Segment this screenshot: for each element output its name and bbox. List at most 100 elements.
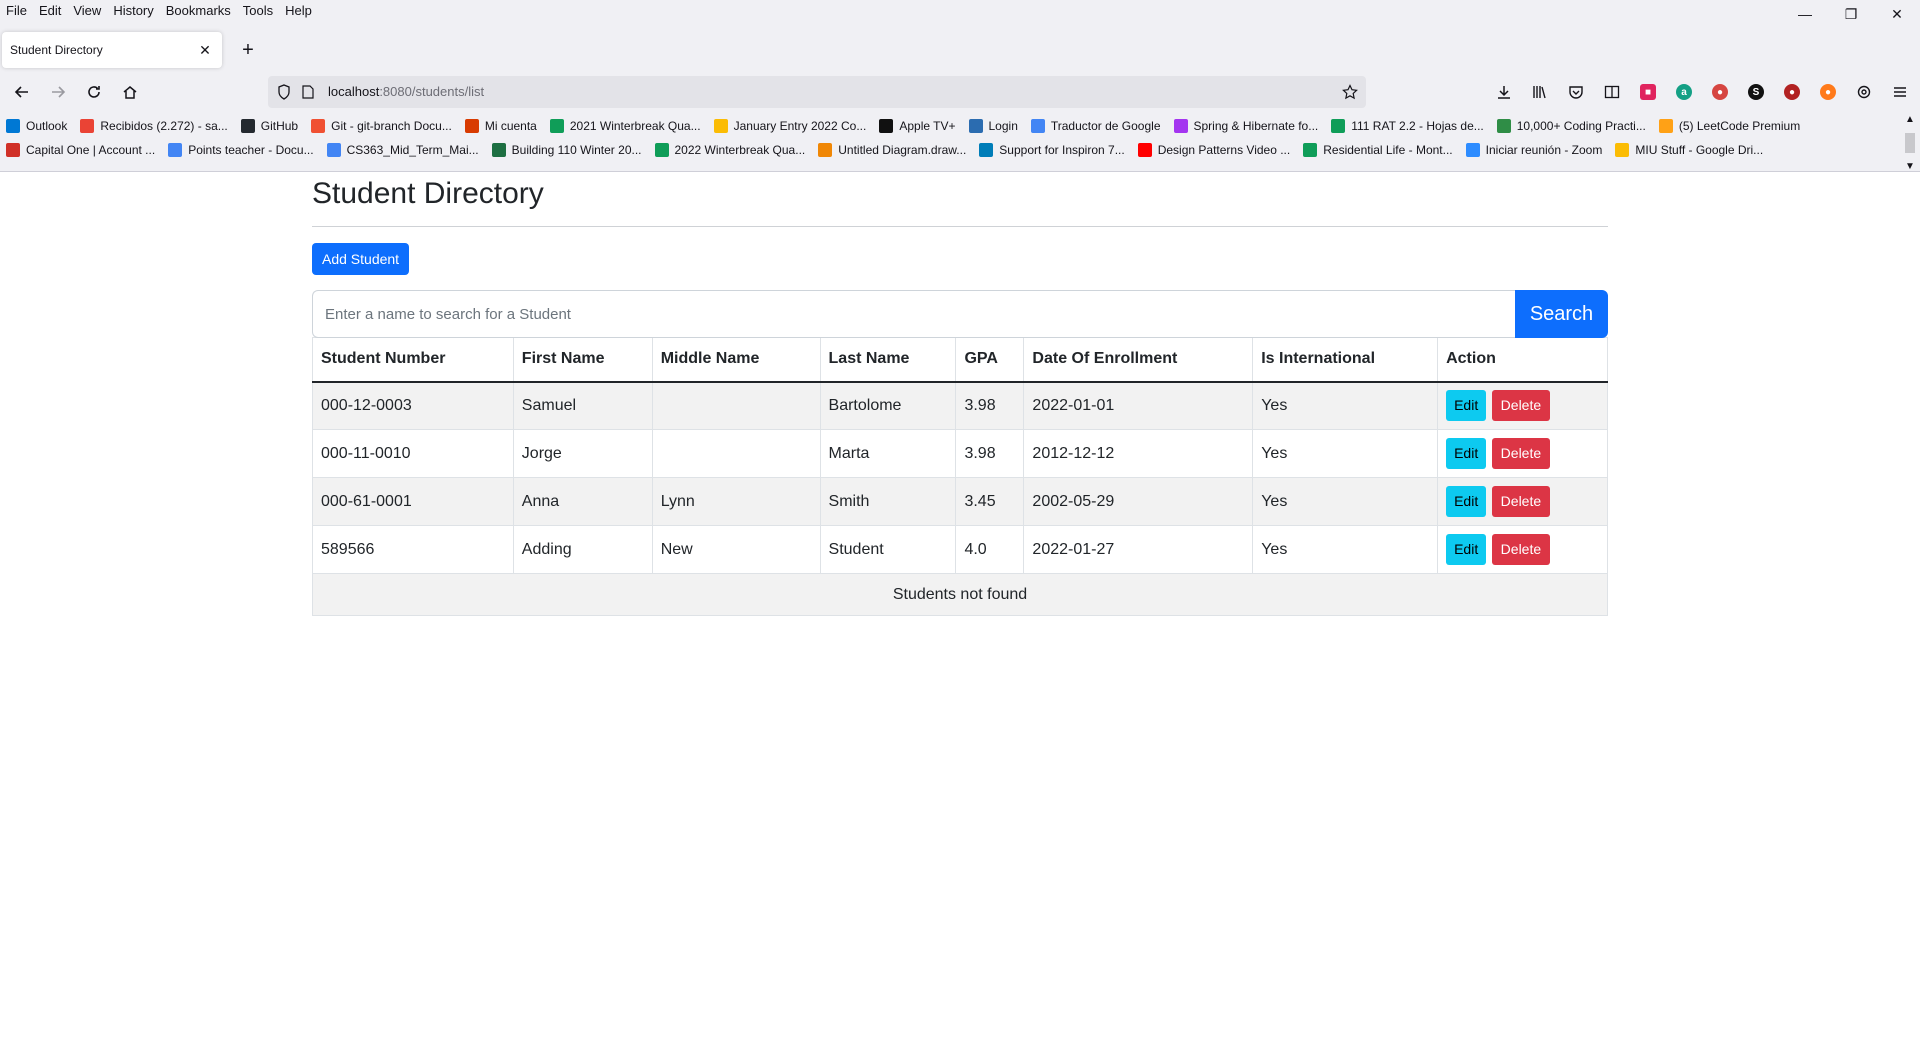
bookmark-star-icon[interactable] (1340, 82, 1360, 102)
bookmark-label: Mi cuenta (484, 119, 537, 133)
bookmark-favicon-icon (1137, 143, 1152, 157)
bookmark-favicon-icon (1658, 119, 1673, 133)
tab-strip: Student Directory ✕ + (0, 28, 1920, 72)
scroll-up-icon[interactable]: ▲ (1905, 114, 1915, 125)
enrollment-date-cell: 2022-01-27 (1023, 525, 1254, 574)
search-button[interactable]: Search (1515, 290, 1608, 338)
international-cell: Yes (1252, 381, 1439, 430)
menu-edit[interactable]: Edit (33, 0, 67, 22)
bookmark-item[interactable]: Support for Inspiron 7... (979, 143, 1125, 157)
hamburger-menu-icon[interactable] (1882, 76, 1918, 108)
bookmark-favicon-icon (979, 143, 994, 157)
delete-button[interactable]: Delete (1491, 390, 1551, 422)
bookmark-label: Spring & Hibernate fo... (1193, 119, 1319, 133)
bookmark-item[interactable]: January Entry 2022 Co... (713, 119, 866, 133)
bookmark-label: Support for Inspiron 7... (999, 143, 1125, 157)
delete-button[interactable]: Delete (1491, 534, 1551, 565)
search-input[interactable]: Enter a name to search for a Student (312, 290, 1515, 338)
pocket-icon[interactable] (1558, 76, 1594, 108)
close-window-icon[interactable]: ✕ (1874, 0, 1920, 28)
downloads-icon[interactable] (1486, 76, 1522, 108)
page-title: Student Directory (312, 177, 544, 210)
bookmark-item[interactable]: Building 110 Winter 20... (491, 143, 642, 157)
bookmark-item[interactable]: 111 RAT 2.2 - Hojas de... (1331, 119, 1484, 133)
menu-file[interactable]: File (0, 0, 33, 22)
bookmark-item[interactable]: (5) LeetCode Premium (1658, 119, 1800, 133)
bookmark-label: Git - git-branch Docu... (331, 119, 452, 133)
edit-button[interactable]: Edit (1446, 390, 1487, 422)
new-tab-icon[interactable]: + (234, 36, 262, 64)
extensions-gear-icon[interactable] (1846, 76, 1882, 108)
enrollment-date-cell: 2022-01-01 (1023, 381, 1254, 430)
bookmark-label: 2021 Winterbreak Qua... (569, 119, 701, 133)
empty-message-row: Students not found (312, 573, 1608, 616)
bookmark-item[interactable]: Untitled Diagram.draw... (818, 143, 966, 157)
bookmark-item[interactable]: CS363_Mid_Term_Mai... (326, 143, 479, 157)
edit-button[interactable]: Edit (1446, 534, 1487, 565)
bookmark-favicon-icon (1303, 143, 1318, 157)
minimize-icon[interactable]: — (1782, 0, 1828, 28)
scroll-down-icon[interactable]: ▼ (1905, 161, 1915, 172)
bookmark-item[interactable]: Design Patterns Video ... (1137, 143, 1291, 157)
bookmark-item[interactable]: Spring & Hibernate fo... (1173, 119, 1319, 133)
back-icon[interactable] (6, 76, 38, 108)
url-path: :8080/students/list (379, 84, 485, 99)
menu-view[interactable]: View (67, 0, 107, 22)
tracking-shield-icon[interactable] (274, 82, 294, 102)
extension-orange-icon[interactable]: ● (1810, 76, 1846, 108)
close-tab-icon[interactable]: ✕ (196, 41, 214, 59)
menu-tools[interactable]: Tools (237, 0, 279, 22)
tab-student-directory[interactable]: Student Directory ✕ (2, 32, 222, 68)
bookmarks-scrollbar[interactable]: ▲ ▼ (1900, 114, 1920, 172)
delete-button[interactable]: Delete (1491, 486, 1551, 517)
bookmark-item[interactable]: 2022 Winterbreak Qua... (654, 143, 805, 157)
extension-s-icon[interactable]: S (1738, 76, 1774, 108)
menu-history[interactable]: History (107, 0, 159, 22)
menu-bookmarks[interactable]: Bookmarks (160, 0, 237, 22)
column-header: Middle Name (651, 337, 821, 383)
menu-bar: File Edit View History Bookmarks Tools H… (0, 0, 1920, 22)
extension-red-icon[interactable]: ● (1702, 76, 1738, 108)
bookmark-item[interactable]: GitHub (240, 119, 298, 133)
extension-shield-icon[interactable]: ■ (1630, 76, 1666, 108)
library-icon[interactable] (1522, 76, 1558, 108)
column-header: Last Name (819, 337, 957, 383)
bookmark-item[interactable]: Login (968, 119, 1018, 133)
edit-button[interactable]: Edit (1446, 486, 1487, 517)
bookmark-item[interactable]: Traductor de Google (1030, 119, 1161, 133)
add-student-button[interactable]: Add Student (312, 243, 410, 275)
bookmark-item[interactable]: Capital One | Account ... (6, 143, 155, 157)
bookmark-label: Outlook (26, 119, 68, 133)
bookmark-item[interactable]: Apple TV+ (879, 119, 956, 133)
reload-icon[interactable] (78, 76, 110, 108)
bookmark-item[interactable]: 2021 Winterbreak Qua... (549, 119, 701, 133)
forward-icon[interactable] (42, 76, 74, 108)
bookmark-item[interactable]: Recibidos (2.272) - sa... (80, 119, 228, 133)
bookmark-item[interactable]: Residential Life - Mont... (1303, 143, 1453, 157)
url-bar[interactable]: localhost:8080/students/list (268, 76, 1366, 108)
bookmark-item[interactable]: Outlook (6, 119, 67, 133)
bookmark-label: MIU Stuff - Google Dri... (1635, 143, 1764, 157)
browser-chrome: File Edit View History Bookmarks Tools H… (0, 0, 1920, 172)
sidebar-icon[interactable] (1594, 76, 1630, 108)
delete-button[interactable]: Delete (1491, 438, 1551, 469)
bookmark-item[interactable]: Points teacher - Docu... (168, 143, 314, 157)
page-info-icon[interactable] (300, 84, 316, 100)
bookmark-item[interactable]: Iniciar reunión - Zoom (1465, 143, 1602, 157)
scroll-thumb[interactable] (1905, 133, 1915, 153)
gpa-cell: 3.45 (955, 477, 1025, 526)
bookmark-item[interactable]: 10,000+ Coding Practi... (1496, 119, 1646, 133)
restore-icon[interactable]: ❐ (1828, 0, 1874, 28)
empty-message: Students not found (312, 573, 1608, 616)
bookmark-label: Design Patterns Video ... (1157, 143, 1291, 157)
menu-help[interactable]: Help (279, 0, 318, 22)
edit-button[interactable]: Edit (1446, 438, 1487, 469)
bookmark-item[interactable]: Git - git-branch Docu... (311, 119, 452, 133)
extension-badge-icon[interactable]: ● (1774, 76, 1810, 108)
gpa-cell: 4.0 (955, 525, 1025, 574)
bookmark-item[interactable]: Mi cuenta (464, 119, 537, 133)
student-number-cell: 000-12-0003 (312, 381, 514, 430)
extension-a-icon[interactable]: a (1666, 76, 1702, 108)
home-icon[interactable] (114, 76, 146, 108)
bookmark-item[interactable]: MIU Stuff - Google Dri... (1615, 143, 1763, 157)
